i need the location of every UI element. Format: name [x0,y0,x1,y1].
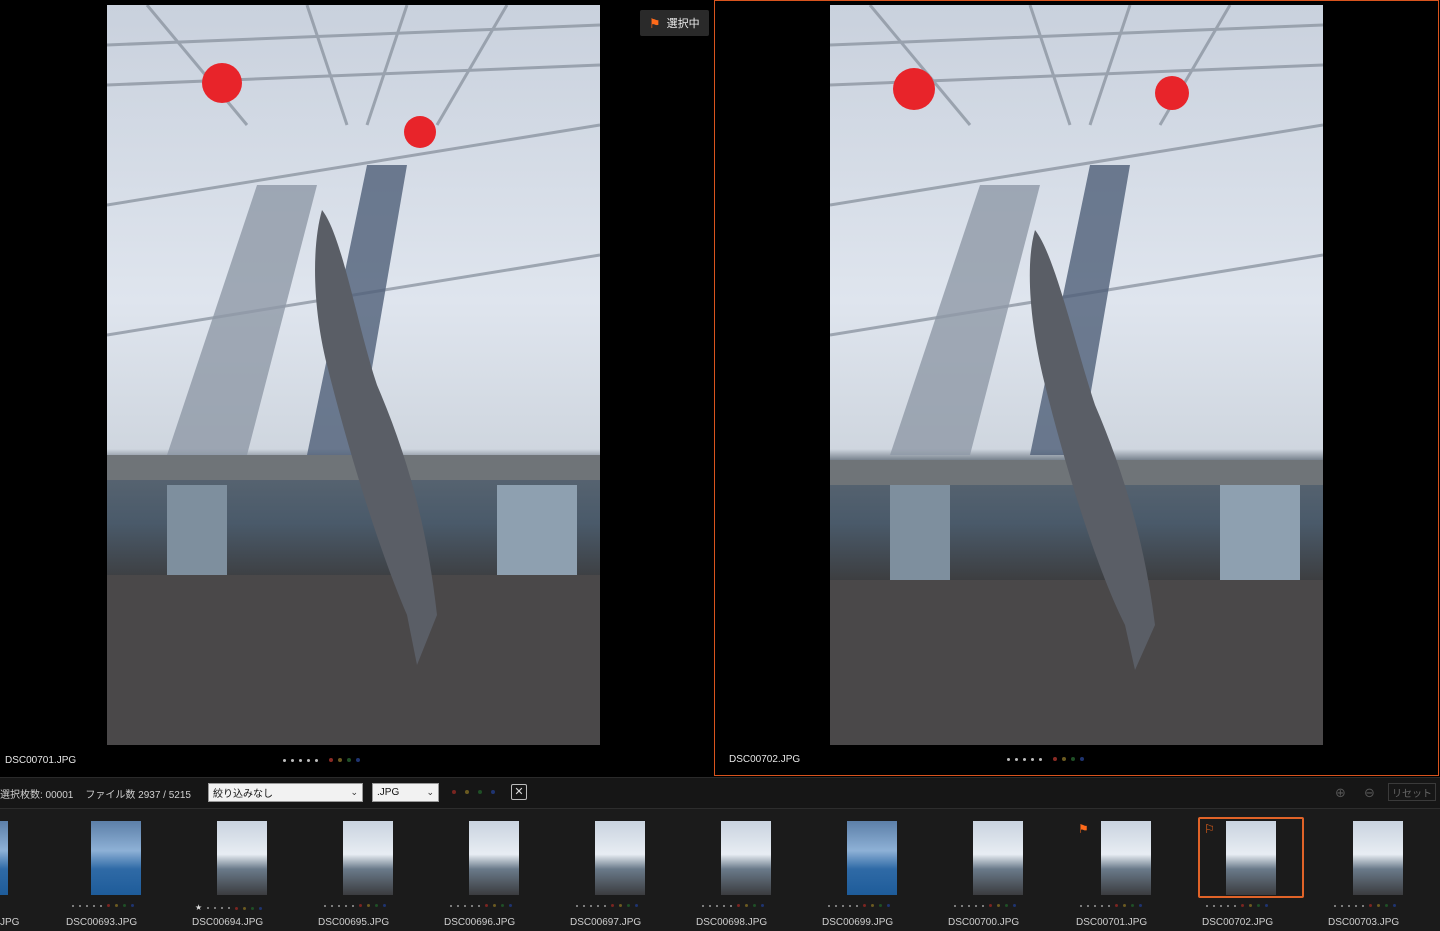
zoom-out-icon[interactable]: ⊖ [1364,785,1375,801]
selected-count: 選択枚数: 00001 [0,789,74,801]
thumbnail-item[interactable]: DSC00698.JPG [696,809,822,931]
extension-select-value: .JPG [377,787,400,798]
thumbnail-item[interactable]: DSC00700.JPG [948,809,1074,931]
close-icon: ✕ [514,785,524,798]
photo-preview-right[interactable] [830,5,1323,745]
thumbnail-image[interactable] [847,821,897,895]
clear-filter-button[interactable]: ✕ [511,784,527,800]
yellow-label-filter[interactable] [465,790,469,794]
left-filename: DSC00701.JPG [5,755,77,766]
filmstrip[interactable]: JPG DSC00693.JPG ★ DSC00694.JPG DSC00695… [0,808,1440,931]
thumbnail-image[interactable] [343,821,393,895]
pick-flag-icon[interactable]: ⚑ [1078,822,1089,836]
thumbnail-image[interactable] [217,821,267,895]
thumbnail-filename: DSC00696.JPG [444,917,516,928]
thumbnail-image[interactable] [721,821,771,895]
thumbnail-image[interactable] [91,821,141,895]
rating-star-icon: ★ [195,903,203,912]
thumbnail-filename: DSC00703.JPG [1328,917,1400,928]
selected-flag-label: 選択中 [666,18,700,30]
thumbnail-image[interactable] [0,821,8,895]
file-count: ファイル数 2937 / 5215 [85,789,191,801]
thumbnail-image[interactable] [469,821,519,895]
thumbnail-filename: JPG [0,917,20,928]
thumbnail-image[interactable] [1101,821,1151,895]
thumbnail-filename: DSC00700.JPG [948,917,1020,928]
thumbnail-filename: DSC00697.JPG [570,917,642,928]
color-label-filter[interactable] [452,790,495,794]
red-label-filter[interactable] [452,790,456,794]
filter-select[interactable]: 絞り込みなし ⌄ [208,783,363,802]
green-label-filter[interactable] [478,790,482,794]
thumbnail-filename: DSC00694.JPG [192,917,264,928]
right-filename: DSC00702.JPG [729,754,801,765]
compare-pane-right[interactable]: DSC00702.JPG [714,0,1439,776]
blue-label-filter[interactable] [491,790,495,794]
thumbnail-item[interactable]: ⚑ DSC00701.JPG [1074,809,1200,931]
dolphin-photo [107,5,600,745]
compare-pane-left[interactable]: DSC00701.JPG [0,0,712,776]
thumbnail-item-active[interactable]: ⚐ DSC00702.JPG [1198,809,1324,931]
thumbnail-filename: DSC00699.JPG [822,917,894,928]
thumbnail-image[interactable] [973,821,1023,895]
zoom-in-icon[interactable]: ⊕ [1335,785,1346,801]
thumbnail-image[interactable] [1353,821,1403,895]
thumbnail-item[interactable]: DSC00697.JPG [570,809,696,931]
photo-preview-left[interactable] [107,5,600,745]
thumbnail-image[interactable] [595,821,645,895]
chevron-down-icon: ⌄ [426,787,434,797]
thumbnail-filename: DSC00695.JPG [318,917,390,928]
left-rating-dots[interactable] [283,758,360,762]
reset-label: リセット [1392,788,1432,800]
thumbnail-item[interactable]: DSC00696.JPG [444,809,570,931]
right-rating-dots[interactable] [1007,757,1084,761]
reset-button[interactable]: リセット [1388,783,1436,801]
chevron-down-icon: ⌄ [350,787,358,797]
thumbnail-filename: DSC00702.JPG [1202,917,1274,928]
thumbnail-filename: DSC00693.JPG [66,917,138,928]
thumbnail-item[interactable]: DSC00693.JPG [66,809,192,931]
pick-flag-icon: ⚑ [649,15,661,31]
thumbnail-item[interactable]: DSC00703.JPG [1328,809,1440,931]
candidate-flag-icon[interactable]: ⚐ [1204,822,1215,836]
thumbnail-image[interactable] [1226,821,1276,895]
thumbnail-filename: DSC00701.JPG [1076,917,1148,928]
thumbnail-item[interactable]: ★ DSC00694.JPG [192,809,318,931]
dolphin-photo [830,5,1323,745]
thumbnail-item[interactable]: DSC00695.JPG [318,809,444,931]
thumbnail-item[interactable]: DSC00699.JPG [822,809,948,931]
filter-toolbar: 選択枚数: 00001 ファイル数 2937 / 5215 絞り込みなし ⌄ .… [0,777,1440,808]
selected-flag-button[interactable]: ⚑ 選択中 [640,10,709,36]
filter-select-value: 絞り込みなし [213,789,273,800]
thumbnail-filename: DSC00698.JPG [696,917,768,928]
extension-select[interactable]: .JPG ⌄ [372,783,439,802]
